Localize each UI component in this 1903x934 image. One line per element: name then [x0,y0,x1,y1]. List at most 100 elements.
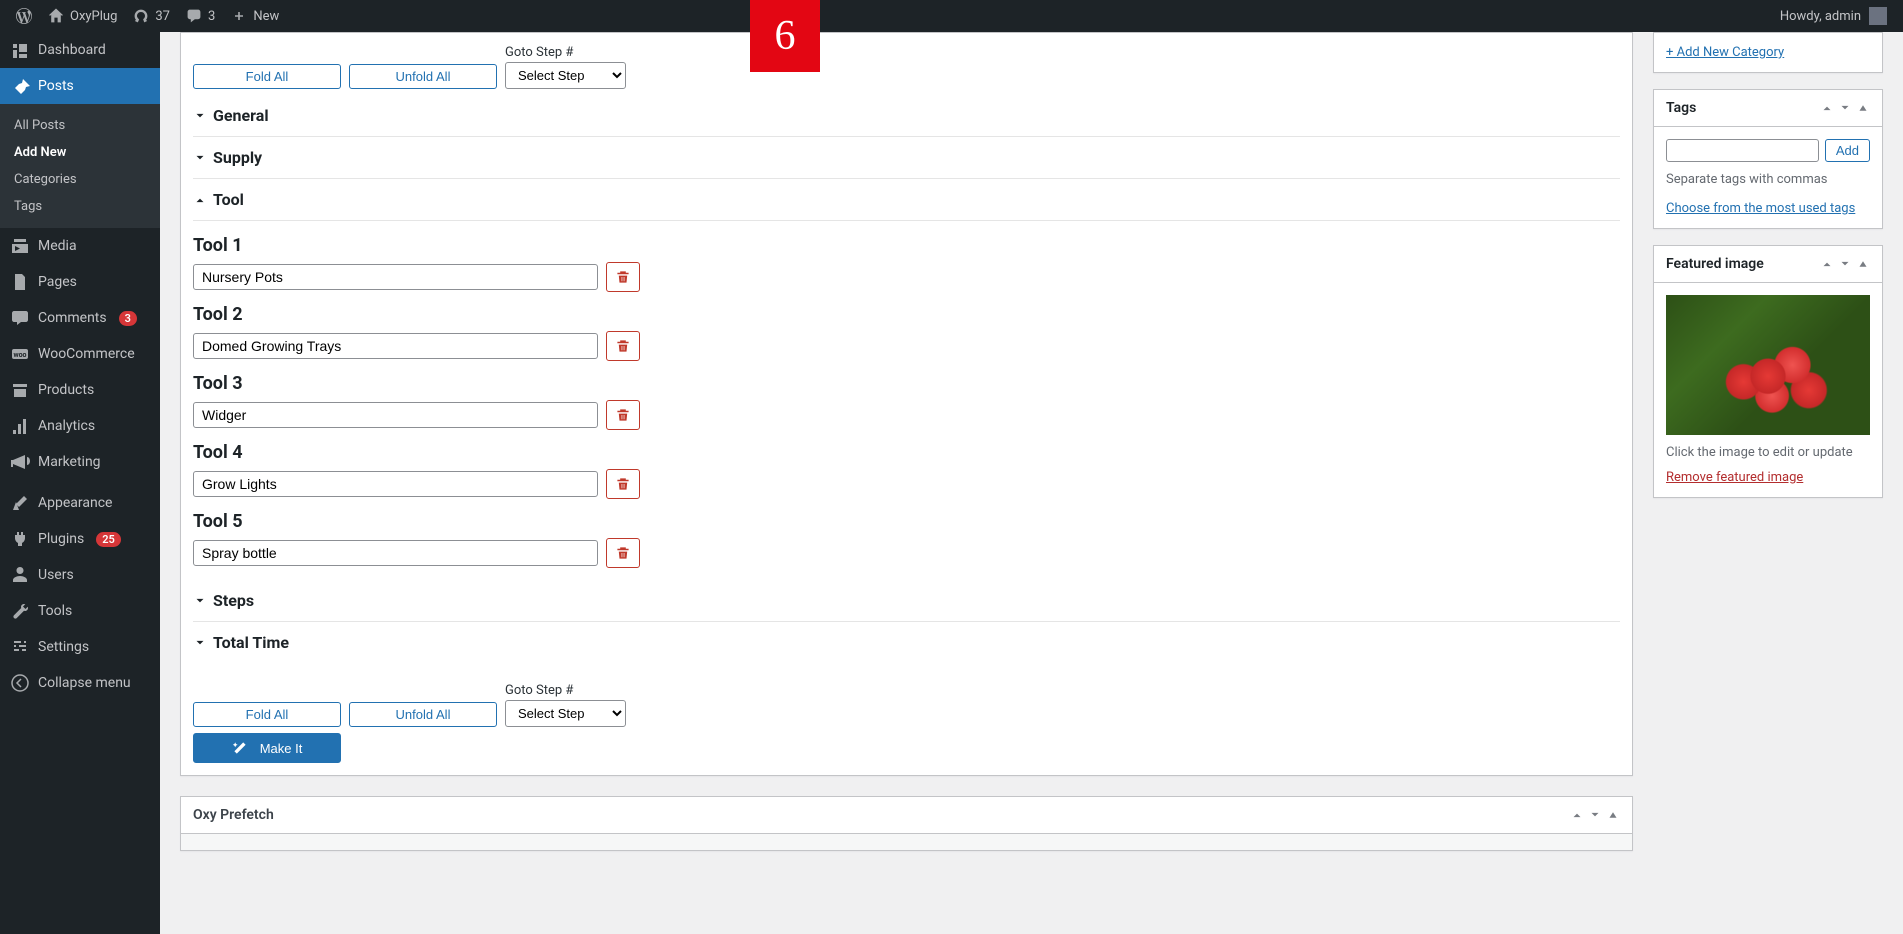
new-link[interactable]: New [223,0,287,32]
delete-tool-button[interactable] [606,262,640,292]
sidebar-item-tools[interactable]: Tools [0,593,160,629]
sidebar-item-marketing[interactable]: Marketing [0,444,160,480]
tool-input-4[interactable] [193,471,598,497]
sidebar-item-analytics[interactable]: Analytics [0,408,160,444]
unfold-all-button-bottom[interactable]: Unfold All [349,702,497,727]
trash-icon [616,270,630,284]
section-supply[interactable]: Supply [193,148,1620,167]
wordpress-icon [16,8,32,24]
home-icon [48,8,64,24]
section-total-time[interactable]: Total Time [193,633,1620,652]
media-icon [10,236,30,256]
sidebar-item-users[interactable]: Users [0,557,160,593]
delete-tool-button[interactable] [606,538,640,568]
triangle-up-icon[interactable] [1606,808,1620,822]
bottom-controls: Fold All Unfold All Goto Step # Select S… [193,683,1620,727]
tool-label: Tool 3 [193,373,1620,394]
triangle-up-icon[interactable] [1856,257,1870,271]
chevron-down-icon[interactable] [1588,808,1602,822]
make-it-button[interactable]: Make It [193,733,341,763]
chevron-up-icon[interactable] [1570,808,1584,822]
goto-step-label-bottom: Goto Step # [505,683,626,698]
tool-input-3[interactable] [193,402,598,428]
submenu-add-new[interactable]: Add New [0,139,160,166]
chevron-down-icon [193,636,207,650]
tool-input-2[interactable] [193,333,598,359]
tool-entry-2: Tool 2 [193,304,1620,361]
plugins-badge: 25 [96,532,121,547]
section-steps[interactable]: Steps [193,591,1620,610]
howdy-text[interactable]: Howdy, admin [1780,9,1861,24]
new-label: New [253,9,279,24]
delete-tool-button[interactable] [606,469,640,499]
step-badge: 6 [750,0,820,72]
marketing-icon [10,452,30,472]
admin-bar: OxyPlug 37 3 New Howdy, admin [0,0,1903,32]
submenu-categories[interactable]: Categories [0,166,160,193]
section-tool[interactable]: Tool [193,190,1620,209]
chevron-up-icon[interactable] [1820,257,1834,271]
chevron-down-icon[interactable] [1838,257,1852,271]
triangle-up-icon[interactable] [1856,101,1870,115]
comments-icon [10,308,30,328]
chevron-down-icon [193,151,207,165]
wp-logo[interactable] [8,0,40,32]
sidebar-item-settings[interactable]: Settings [0,629,160,665]
settings-icon [10,637,30,657]
chevron-down-icon [193,594,207,608]
fold-all-button-bottom[interactable]: Fold All [193,702,341,727]
tool-label: Tool 2 [193,304,1620,325]
delete-tool-button[interactable] [606,331,640,361]
submenu-all-posts[interactable]: All Posts [0,112,160,139]
sidebar-item-comments[interactable]: Comments 3 [0,300,160,336]
submenu-tags[interactable]: Tags [0,193,160,220]
collapse-icon [10,673,30,693]
tool-label: Tool 4 [193,442,1620,463]
sidebar-item-media[interactable]: Media [0,228,160,264]
sidebar-item-products[interactable]: Products [0,372,160,408]
sidebar-item-woocommerce[interactable]: woo WooCommerce [0,336,160,372]
featured-help: Click the image to edit or update [1666,445,1870,460]
appearance-icon [10,493,30,513]
sidebar-item-pages[interactable]: Pages [0,264,160,300]
avatar[interactable] [1869,7,1887,25]
chevron-up-icon[interactable] [1820,101,1834,115]
unfold-all-button[interactable]: Unfold All [349,64,497,89]
section-general[interactable]: General [193,106,1620,125]
choose-tags-link[interactable]: Choose from the most used tags [1666,201,1855,216]
tool-entry-4: Tool 4 [193,442,1620,499]
plugins-icon [10,529,30,549]
remove-featured-link[interactable]: Remove featured image [1666,470,1803,485]
pin-icon [10,76,30,96]
goto-step-label: Goto Step # [505,45,626,60]
featured-image-thumbnail[interactable] [1666,295,1870,435]
sidebar-item-dashboard[interactable]: Dashboard [0,32,160,68]
categories-box: + Add New Category [1653,32,1883,73]
sidebar-item-appearance[interactable]: Appearance [0,485,160,521]
sidebar-item-plugins[interactable]: Plugins 25 [0,521,160,557]
dashboard-icon [10,40,30,60]
updates-link[interactable]: 37 [125,0,178,32]
trash-icon [616,477,630,491]
sidebar-item-collapse[interactable]: Collapse menu [0,665,160,701]
chevron-down-icon[interactable] [1838,101,1852,115]
tool-input-1[interactable] [193,264,598,290]
add-tag-button[interactable]: Add [1825,139,1870,162]
site-name-link[interactable]: OxyPlug [40,0,125,32]
goto-step-select-bottom[interactable]: Select Step [505,700,626,727]
trash-icon [616,339,630,353]
oxy-title: Oxy Prefetch [193,807,274,823]
tool-entry-3: Tool 3 [193,373,1620,430]
update-icon [133,8,149,24]
comments-link[interactable]: 3 [178,0,223,32]
sidebar-item-posts[interactable]: Posts [0,68,160,104]
wand-icon [232,740,248,756]
fold-all-button[interactable]: Fold All [193,64,341,89]
site-name: OxyPlug [70,9,117,24]
svg-text:woo: woo [13,351,26,359]
tool-input-5[interactable] [193,540,598,566]
tags-input[interactable] [1666,139,1819,162]
goto-step-select[interactable]: Select Step [505,62,626,89]
add-new-category-link[interactable]: + Add New Category [1666,45,1784,60]
delete-tool-button[interactable] [606,400,640,430]
